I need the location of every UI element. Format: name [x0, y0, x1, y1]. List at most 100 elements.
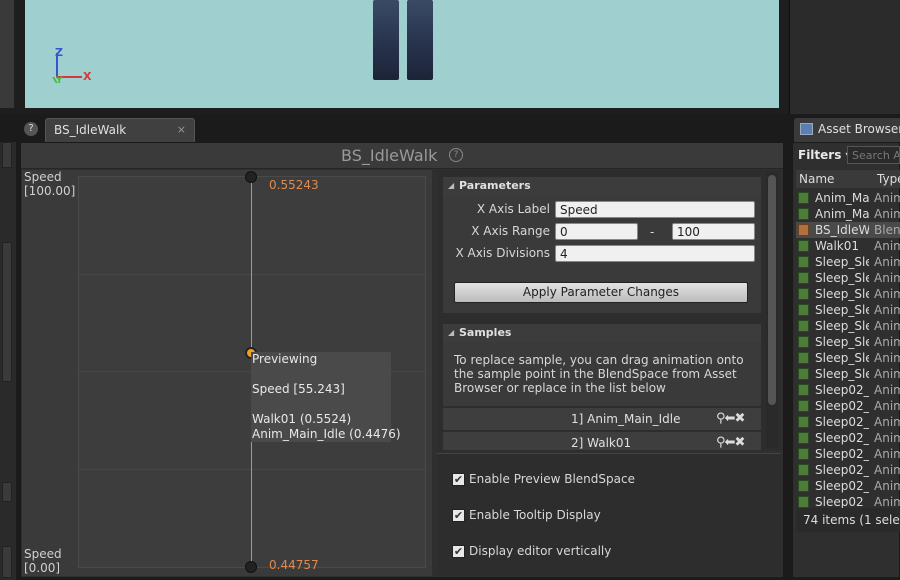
filters-dropdown[interactable]: Filters ▾ — [798, 148, 852, 162]
asset-row[interactable]: Sleep_Slee Anim — [796, 334, 900, 350]
tooltip-title: Previewing — [252, 352, 318, 366]
asset-type: Anim — [874, 255, 900, 269]
asset-row[interactable]: Sleep02_S Anim — [796, 446, 900, 462]
close-icon[interactable]: × — [177, 123, 186, 136]
find-icon[interactable]: ⚲ — [716, 435, 725, 450]
asset-type: Anim — [874, 303, 900, 317]
row-action-icons: ⚲⬅✖ — [716, 411, 745, 426]
asset-row[interactable]: BS_IdleWa Blend — [796, 222, 900, 238]
animation-asset-icon — [798, 320, 809, 332]
samples-header[interactable]: ◢ Samples — [443, 324, 761, 342]
tooltip-speed: Speed [55.243] — [252, 382, 345, 396]
tooltip-sample-2: Anim_Main_Idle (0.4476) — [252, 427, 401, 441]
asset-type: Anim — [874, 239, 900, 253]
asset-row[interactable]: Sleep_Slee Anim — [796, 366, 900, 382]
bottom-weight-value: 0.44757 — [269, 558, 319, 572]
asset-name: Anim_Mai — [815, 191, 869, 205]
asset-row[interactable]: Sleep_Slee Anim — [796, 270, 900, 286]
asset-list-header: Name Type — [796, 170, 900, 188]
asset-name: Sleep02_S — [815, 479, 869, 493]
asset-row[interactable]: Sleep02_S Anim — [796, 430, 900, 446]
asset-row[interactable]: Anim_Mai Anim — [796, 206, 900, 222]
parameters-header[interactable]: ◢ Parameters — [443, 177, 761, 195]
preview-viewport[interactable]: Z X Y — [25, 0, 779, 108]
x-axis-range-label: X Axis Range — [471, 224, 550, 238]
asset-type: Anim — [874, 495, 900, 509]
animation-asset-icon — [798, 256, 809, 268]
sample-point[interactable] — [245, 561, 257, 573]
y-axis-top-name: Speed — [24, 170, 62, 184]
asset-type: Anim — [874, 335, 900, 349]
asset-type: Anim — [874, 287, 900, 301]
samples-header-label: Samples — [459, 326, 512, 339]
asset-row[interactable]: Sleep02_S Anim — [796, 462, 900, 478]
asset-type: Anim — [874, 415, 900, 429]
asset-row[interactable]: Sleep_Slee Anim — [796, 350, 900, 366]
animation-asset-icon — [798, 384, 809, 396]
asset-row[interactable]: Sleep02_S Anim — [796, 414, 900, 430]
animation-asset-icon — [798, 416, 809, 428]
enable-tooltip-label: Enable Tooltip Display — [469, 508, 601, 522]
asset-type: Blend — [874, 223, 900, 237]
animation-asset-icon — [798, 448, 809, 460]
asset-row[interactable]: Sleep_Slee Anim — [796, 286, 900, 302]
animation-asset-icon — [798, 352, 809, 364]
asset-name: Walk01 — [815, 239, 860, 253]
use-selected-icon[interactable]: ⬅ — [725, 435, 736, 450]
column-name-header[interactable]: Name — [799, 172, 834, 186]
asset-type: Anim — [874, 319, 900, 333]
asset-row[interactable]: Sleep02_S Anim — [796, 478, 900, 494]
animation-asset-icon — [798, 272, 809, 284]
animation-asset-icon — [798, 496, 809, 508]
enable-preview-checkbox[interactable]: ✔ — [452, 473, 465, 486]
x-axis-divisions-input[interactable] — [555, 245, 755, 262]
z-axis-label: Z — [55, 46, 63, 59]
animation-asset-icon — [798, 400, 809, 412]
sample-row[interactable]: 1] Anim_Main_Idle ⚲⬅✖ — [443, 408, 761, 430]
animation-asset-icon — [798, 464, 809, 476]
asset-type: Anim — [874, 191, 900, 205]
asset-name: Anim_Mai — [815, 207, 869, 221]
display-vertically-label: Display editor vertically — [469, 544, 612, 558]
sample-point[interactable] — [245, 171, 257, 183]
asset-search-input[interactable]: Search A — [847, 146, 900, 164]
asset-name: Sleep02_S — [815, 495, 869, 509]
tab-asset-browser[interactable]: Asset Browser — [794, 118, 900, 142]
use-selected-icon[interactable]: ⬅ — [725, 411, 736, 426]
display-vertically-checkbox[interactable]: ✔ — [452, 545, 465, 558]
asset-row[interactable]: Sleep_Slee Anim — [796, 318, 900, 334]
x-axis-range-max-input[interactable] — [672, 223, 755, 240]
asset-row[interactable]: Anim_Mai Anim — [796, 190, 900, 206]
asset-name: Sleep02_S — [815, 447, 869, 461]
column-type-header[interactable]: Type — [877, 172, 900, 186]
parameters-header-label: Parameters — [459, 179, 531, 192]
delete-icon[interactable]: ✖ — [734, 411, 745, 426]
apply-parameter-changes-button[interactable]: Apply Parameter Changes — [454, 282, 748, 303]
x-axis-range-min-input[interactable] — [555, 223, 638, 240]
asset-row[interactable]: Sleep02_S Anim — [796, 382, 900, 398]
y-axis-top-bound: [100.00] — [24, 184, 76, 198]
help-icon[interactable]: ? — [449, 148, 463, 162]
left-toolbar-strip — [0, 0, 14, 108]
sample-name: 2] Walk01 — [571, 436, 632, 450]
asset-name: Sleep02_S — [815, 463, 869, 477]
top-weight-value: 0.55243 — [269, 178, 319, 192]
sample-row[interactable]: 2] Walk01 ⚲⬅✖ — [443, 432, 761, 450]
tab-bs-idlewalk[interactable]: BS_IdleWalk × — [45, 118, 195, 142]
samples-list: 1] Anim_Main_Idle ⚲⬅✖ 2] Walk01 ⚲⬅✖ — [437, 408, 767, 450]
asset-row[interactable]: Sleep02_S Anim — [796, 398, 900, 414]
asset-row[interactable]: Sleep_Slee Anim — [796, 254, 900, 270]
asset-name: Sleep_Slee — [815, 351, 869, 365]
delete-icon[interactable]: ✖ — [734, 435, 745, 450]
asset-browser-tab-label: Asset Browser — [818, 122, 900, 136]
animation-asset-icon — [798, 304, 809, 316]
enable-tooltip-checkbox[interactable]: ✔ — [452, 509, 465, 522]
find-icon[interactable]: ⚲ — [716, 411, 725, 426]
x-axis-label-input[interactable] — [555, 201, 755, 218]
details-scrollbar[interactable] — [768, 175, 776, 405]
asset-name: Sleep_Slee — [815, 319, 869, 333]
asset-row[interactable]: Walk01 Anim — [796, 238, 900, 254]
samples-body: To replace sample, you can drag animatio… — [443, 342, 761, 406]
asset-row[interactable]: Sleep_Slee Anim — [796, 302, 900, 318]
help-icon[interactable]: ? — [24, 122, 38, 136]
